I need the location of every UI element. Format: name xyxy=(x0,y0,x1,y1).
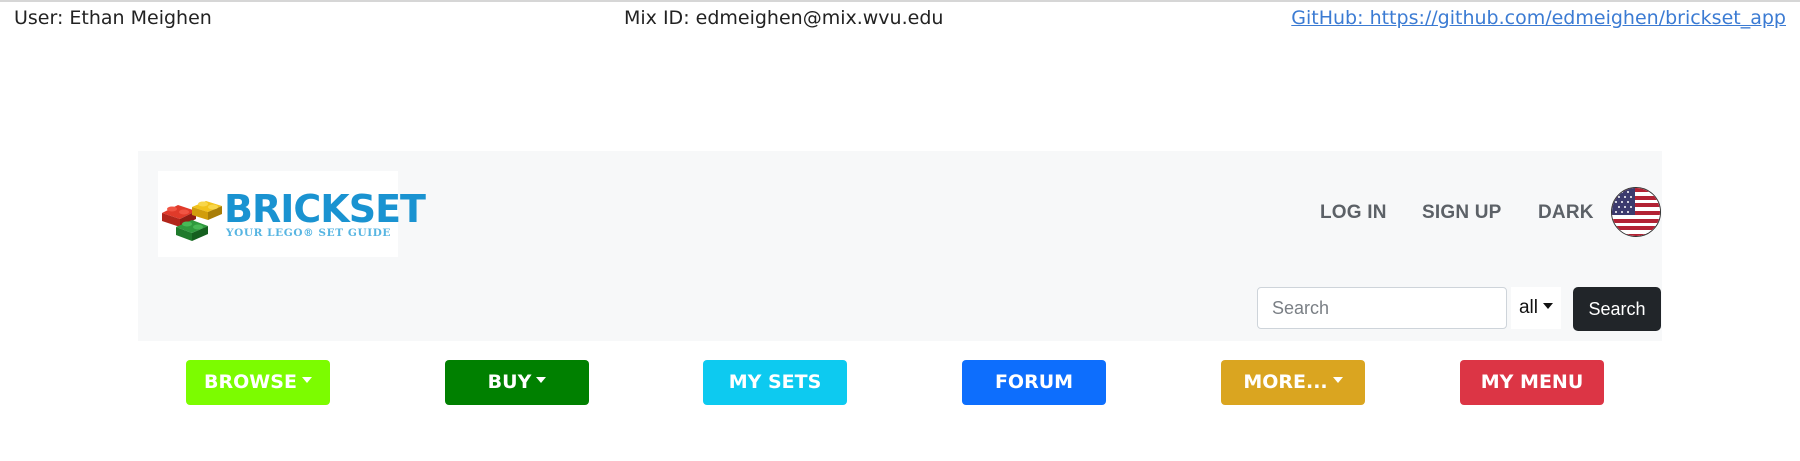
chevron-down-icon xyxy=(1332,376,1343,383)
buy-button[interactable]: BUY xyxy=(445,360,589,405)
buy-label: BUY xyxy=(487,371,532,393)
forum-button[interactable]: FORUM xyxy=(962,360,1106,405)
more-label: MORE... xyxy=(1243,371,1328,393)
logo-subtitle: YOUR LEGO® SET GUIDE xyxy=(226,227,392,239)
my-menu-label: MY MENU xyxy=(1480,371,1584,393)
search-scope-value: all xyxy=(1518,297,1538,318)
search-scope-dropdown[interactable]: all xyxy=(1511,287,1561,329)
my-sets-button[interactable]: MY SETS xyxy=(703,360,847,405)
site-navbar: BRICKSET YOUR LEGO® SET GUIDE LOG IN SIG… xyxy=(138,151,1662,341)
sign-up-link[interactable]: SIGN UP xyxy=(1422,202,1502,224)
brickset-logo[interactable]: BRICKSET YOUR LEGO® SET GUIDE xyxy=(158,171,426,257)
top-border xyxy=(0,0,1800,2)
my-menu-button[interactable]: MY MENU xyxy=(1460,360,1604,405)
forum-label: FORUM xyxy=(994,371,1074,393)
more-button[interactable]: MORE... xyxy=(1221,360,1365,405)
mix-id-text: Mix ID: edmeighen@mix.wvu.edu xyxy=(624,7,944,29)
logo-title: BRICKSET xyxy=(224,187,426,231)
browse-label: BROWSE xyxy=(204,371,297,393)
my-sets-label: MY SETS xyxy=(728,371,822,393)
user-name-text: User: Ethan Meighen xyxy=(14,7,212,29)
chevron-down-icon xyxy=(301,376,312,383)
lego-bricks-icon xyxy=(162,201,222,241)
dark-mode-toggle[interactable]: DARK xyxy=(1538,202,1594,224)
github-link[interactable]: GitHub: https://github.com/edmeighen/bri… xyxy=(1291,7,1786,29)
log-in-link[interactable]: LOG IN xyxy=(1320,202,1387,224)
chevron-down-icon xyxy=(536,376,547,383)
chevron-down-icon xyxy=(1543,302,1553,309)
search-input[interactable] xyxy=(1257,287,1507,329)
browse-button[interactable]: BROWSE xyxy=(186,360,330,405)
us-flag-icon[interactable] xyxy=(1611,187,1661,237)
search-button[interactable]: Search xyxy=(1573,287,1661,331)
